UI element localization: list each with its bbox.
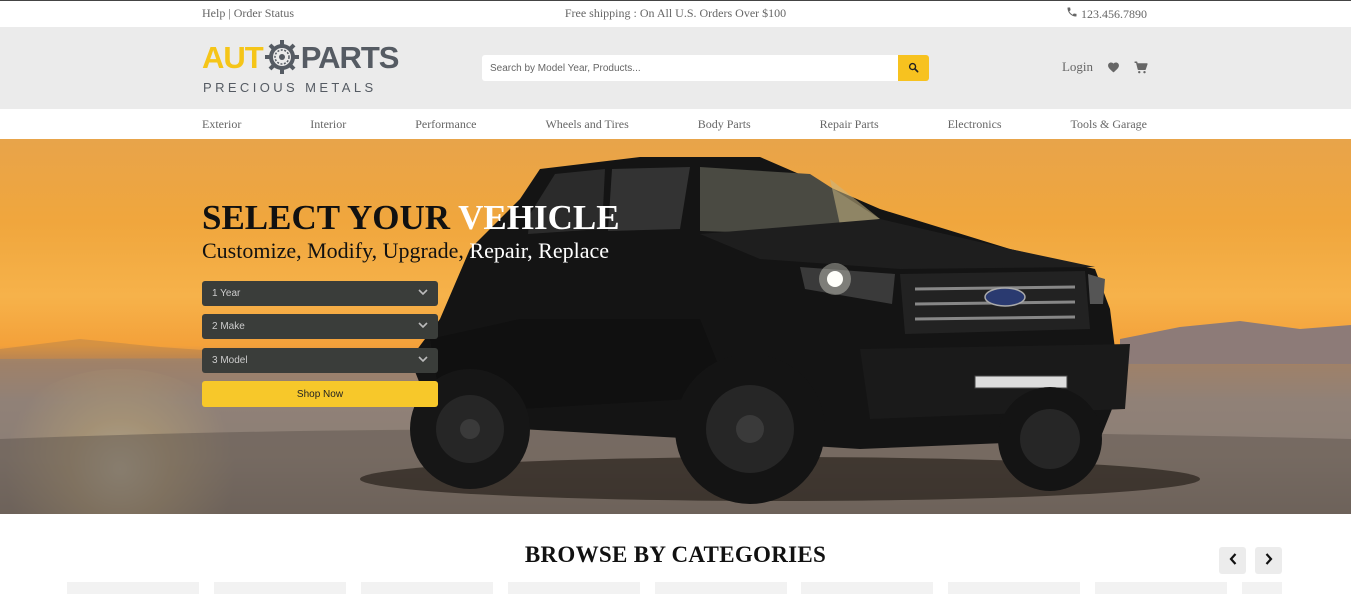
main-nav: Exterior Interior Performance Wheels and… [0, 109, 1351, 139]
category-card[interactable] [655, 582, 787, 594]
top-bar: Help | Order Status Free shipping : On A… [0, 0, 1351, 26]
make-select[interactable]: 2 Make [202, 314, 438, 339]
carousel-prev-button[interactable] [1219, 547, 1246, 574]
hero-subtitle: Customize, Modify, Upgrade, Repair, Repl… [202, 237, 620, 265]
search-button[interactable] [898, 55, 929, 81]
site-header: AUT PARTS PRECIOUS METALS Search by Mode… [0, 27, 1351, 109]
carousel-next-button[interactable] [1255, 547, 1282, 574]
logo-tagline: PRECIOUS METALS [203, 80, 377, 95]
nav-item-electronics[interactable]: Electronics [948, 117, 1002, 132]
chevron-down-icon [418, 288, 428, 299]
hero-subtitle-light: Repair, Replace [469, 238, 610, 263]
cart-icon[interactable] [1134, 61, 1148, 74]
browse-categories-title: BROWSE BY CATEGORIES [524, 542, 827, 567]
shop-now-button[interactable]: Shop Now [202, 381, 438, 407]
nav-item-interior[interactable]: Interior [310, 117, 346, 132]
logo-parts-text: PARTS [300, 40, 400, 75]
hero-subtitle-dark: Customize, Modify, Upgrade, [202, 238, 470, 263]
category-card[interactable] [67, 582, 199, 594]
search-icon [908, 61, 919, 76]
chevron-left-icon [1229, 552, 1237, 570]
year-select-value: 1 Year [212, 288, 241, 299]
make-select-value: 2 Make [212, 321, 245, 332]
nav-item-performance[interactable]: Performance [415, 117, 476, 132]
category-card[interactable] [508, 582, 640, 594]
site-logo[interactable]: AUT PARTS PRECIOUS METALS [202, 38, 412, 96]
chevron-down-icon [418, 355, 428, 366]
category-card[interactable] [214, 582, 346, 594]
hero-title-highlight: VEHICLE [458, 198, 620, 237]
phone-contact[interactable]: 123.456.7890 [1066, 6, 1147, 22]
search-bar [482, 55, 929, 81]
search-input[interactable] [482, 55, 898, 81]
hero-text: SELECT YOUR VEHICLE Customize, Modify, U… [202, 199, 620, 265]
chevron-down-icon [418, 321, 428, 332]
hero-title-dark: SELECT YOUR [202, 198, 459, 237]
nav-item-exterior[interactable]: Exterior [202, 117, 241, 132]
heart-icon[interactable] [1107, 61, 1120, 73]
category-card[interactable] [361, 582, 493, 594]
nav-item-repair-parts[interactable]: Repair Parts [820, 117, 879, 132]
hero-title: SELECT YOUR VEHICLE [202, 199, 620, 237]
category-card[interactable] [948, 582, 1080, 594]
chevron-right-icon [1265, 552, 1273, 570]
year-select[interactable]: 1 Year [202, 281, 438, 306]
logo-wordmark: AUT PARTS [202, 38, 400, 78]
nav-item-body-parts[interactable]: Body Parts [698, 117, 751, 132]
category-card[interactable] [801, 582, 933, 594]
gear-icon [264, 39, 300, 75]
logo-aut-text: AUT [202, 40, 264, 75]
nav-item-wheels-and-tires[interactable]: Wheels and Tires [545, 117, 628, 132]
category-card[interactable] [1095, 582, 1227, 594]
nav-list: Exterior Interior Performance Wheels and… [202, 117, 1147, 132]
nav-item-tools-and-garage[interactable]: Tools & Garage [1071, 117, 1147, 132]
category-card[interactable] [1242, 582, 1282, 594]
login-link[interactable]: Login [1062, 59, 1093, 75]
header-actions: Login [1062, 59, 1148, 75]
model-select-value: 3 Model [212, 355, 248, 366]
phone-icon [1066, 6, 1078, 22]
shipping-notice: Free shipping : On All U.S. Orders Over … [564, 6, 787, 20]
model-select[interactable]: 3 Model [202, 348, 438, 373]
phone-number: 123.456.7890 [1081, 6, 1147, 21]
